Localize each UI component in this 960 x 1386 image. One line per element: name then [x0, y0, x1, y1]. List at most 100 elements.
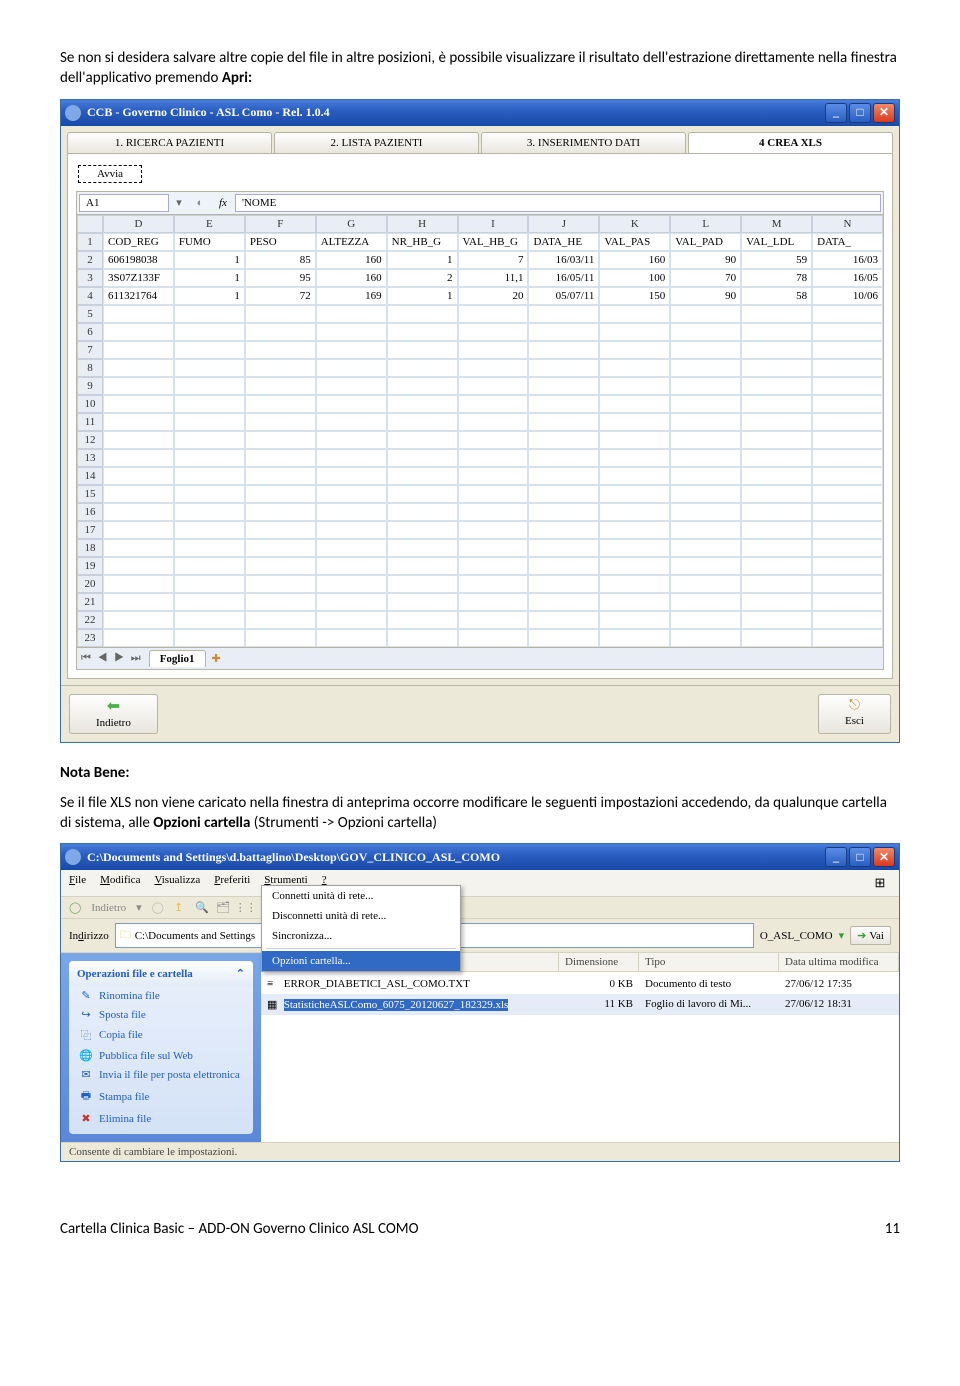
cell[interactable] [812, 305, 883, 323]
cell[interactable] [174, 611, 245, 629]
col-data[interactable]: Data ultima modifica [779, 953, 899, 971]
file-row[interactable]: ▦ StatisticheASLComo_6075_20120627_18232… [261, 994, 899, 1015]
col-header[interactable]: F [245, 215, 316, 233]
task-invia[interactable]: ✉Invia il file per posta elettronica [69, 1065, 253, 1084]
cell[interactable]: 3S07Z133F [103, 269, 174, 287]
task-stampa[interactable]: 🖶Stampa file [69, 1084, 253, 1109]
tasks-head[interactable]: Operazioni file e cartella ⌃ [69, 961, 253, 986]
cell[interactable] [174, 575, 245, 593]
cell[interactable] [670, 485, 741, 503]
cell[interactable] [670, 377, 741, 395]
cell[interactable] [599, 467, 670, 485]
cell[interactable] [599, 575, 670, 593]
tab-lista[interactable]: 2. LISTA PAZIENTI [274, 132, 479, 153]
cell[interactable] [245, 341, 316, 359]
cell[interactable]: VAL_LDL [741, 233, 812, 251]
ctx-opzioni-cartella[interactable]: Opzioni cartella... [262, 951, 460, 971]
cell[interactable] [599, 305, 670, 323]
cell[interactable] [387, 449, 458, 467]
cell[interactable] [670, 305, 741, 323]
cell[interactable]: 90 [670, 287, 741, 305]
cell[interactable] [174, 557, 245, 575]
address-drop-icon[interactable]: ▾ [839, 929, 845, 942]
cell[interactable] [528, 305, 599, 323]
cell[interactable] [741, 359, 812, 377]
cell[interactable] [599, 539, 670, 557]
cell[interactable]: 1 [387, 251, 458, 269]
col-header[interactable]: J [528, 215, 599, 233]
cell[interactable] [387, 521, 458, 539]
cell[interactable]: 05/07/11 [528, 287, 599, 305]
row-header[interactable]: 8 [77, 359, 103, 377]
name-box-dropdown-icon[interactable]: ▾ [171, 196, 187, 209]
cell[interactable] [670, 359, 741, 377]
cell[interactable] [387, 377, 458, 395]
ctx-connetti[interactable]: Connetti unità di rete... [262, 886, 460, 906]
cell[interactable] [670, 629, 741, 647]
cell[interactable]: VAL_HB_G [458, 233, 529, 251]
row-header[interactable]: 9 [77, 377, 103, 395]
cell[interactable] [174, 377, 245, 395]
cell[interactable] [245, 413, 316, 431]
cell[interactable] [103, 539, 174, 557]
cell[interactable]: 611321764 [103, 287, 174, 305]
col-header[interactable]: E [174, 215, 245, 233]
cell[interactable] [599, 629, 670, 647]
exp-maximize-button[interactable]: □ [849, 847, 871, 867]
cell[interactable] [670, 449, 741, 467]
cell[interactable] [599, 503, 670, 521]
views-icon[interactable]: ⋮⋮ [235, 901, 253, 914]
cell[interactable] [528, 485, 599, 503]
cell[interactable] [670, 611, 741, 629]
cell[interactable] [528, 539, 599, 557]
cell[interactable]: 78 [741, 269, 812, 287]
row-header[interactable]: 7 [77, 341, 103, 359]
row-header[interactable]: 22 [77, 611, 103, 629]
cell[interactable] [316, 485, 387, 503]
cell[interactable] [316, 431, 387, 449]
row-header[interactable]: 16 [77, 503, 103, 521]
cell[interactable] [670, 467, 741, 485]
cell[interactable] [316, 359, 387, 377]
col-tipo[interactable]: Tipo [639, 953, 779, 971]
cell[interactable] [528, 593, 599, 611]
cell[interactable] [103, 485, 174, 503]
cell[interactable]: 100 [599, 269, 670, 287]
cell[interactable]: 70 [670, 269, 741, 287]
folders-icon[interactable]: 🗂 [214, 901, 232, 914]
cell[interactable] [741, 431, 812, 449]
cell[interactable]: 2 [387, 269, 458, 287]
cell[interactable]: 1 [174, 287, 245, 305]
cell[interactable] [741, 341, 812, 359]
cell[interactable]: 1 [387, 287, 458, 305]
cell[interactable] [741, 323, 812, 341]
cell[interactable]: 95 [245, 269, 316, 287]
cell[interactable]: 59 [741, 251, 812, 269]
cell[interactable] [812, 377, 883, 395]
cell[interactable] [245, 431, 316, 449]
cell[interactable] [812, 557, 883, 575]
cell[interactable] [599, 431, 670, 449]
cell[interactable] [458, 395, 529, 413]
cell[interactable] [528, 521, 599, 539]
cell[interactable] [316, 539, 387, 557]
cell[interactable] [670, 539, 741, 557]
cell[interactable] [316, 557, 387, 575]
cell[interactable] [812, 431, 883, 449]
tab-crea-xls[interactable]: 4 CREA XLS [688, 132, 893, 153]
fx-label[interactable]: fx [213, 197, 233, 209]
cell[interactable] [387, 503, 458, 521]
cell[interactable] [174, 341, 245, 359]
cell[interactable] [599, 611, 670, 629]
cell[interactable] [741, 305, 812, 323]
cell[interactable] [599, 377, 670, 395]
cell[interactable] [599, 395, 670, 413]
cell[interactable] [458, 575, 529, 593]
cell[interactable] [528, 359, 599, 377]
cell[interactable] [103, 305, 174, 323]
tab-ricerca[interactable]: 1. RICERCA PAZIENTI [67, 132, 272, 153]
row-header[interactable]: 4 [77, 287, 103, 305]
go-button[interactable]: ➔ Vai [850, 926, 891, 945]
cell[interactable] [316, 521, 387, 539]
cell[interactable] [387, 485, 458, 503]
